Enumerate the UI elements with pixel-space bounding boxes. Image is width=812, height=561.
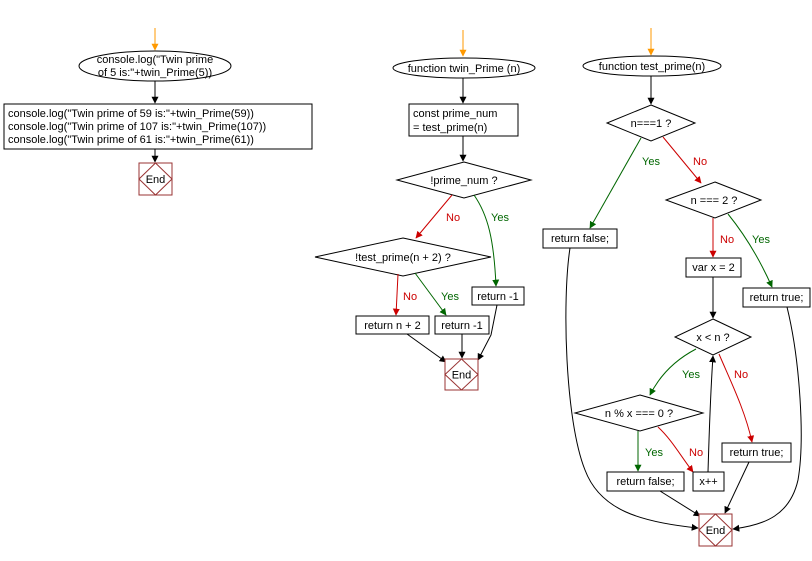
return-true-2-node[interactable]: return true;: [721, 442, 792, 463]
edge-yes-to-return-false: [589, 137, 642, 229]
main-start-node[interactable]: console.log("Twin prime of 5 is:"+twin_P…: [78, 50, 232, 82]
return-n-plus-2-node[interactable]: return n + 2: [355, 315, 430, 335]
return-neg1-a-node[interactable]: return -1: [471, 286, 525, 306]
main-calls-node[interactable]: console.log("Twin prime of 59 is:"+twin_…: [3, 103, 313, 150]
return-text: return n + 2: [364, 320, 421, 332]
assign-text: var x = 2: [692, 262, 735, 274]
main-start-text-2: of 5 is:"+twin_Prime(5)): [98, 67, 212, 79]
edge-no-to-return-n-plus-2: [392, 273, 400, 316]
decision-text: x < n ?: [696, 332, 729, 344]
decision-text: n===1 ?: [631, 118, 672, 130]
call-line-107: console.log("Twin prime of 107 is:"+twin…: [8, 121, 266, 133]
end-label: End: [146, 174, 166, 186]
yes-label: Yes: [682, 369, 700, 381]
var-x-node[interactable]: var x = 2: [685, 257, 742, 278]
end-label: End: [452, 370, 472, 382]
test-prime-end-node[interactable]: End: [698, 513, 733, 547]
edge-to-end: [406, 333, 447, 363]
decision-text: n === 2 ?: [691, 195, 738, 207]
call-line-59: console.log("Twin prime of 59 is:"+twin_…: [8, 108, 254, 120]
test-prime-flow: function test_prime(n) n===1 ? Yes No n …: [542, 28, 811, 547]
return-text: return false;: [616, 476, 674, 488]
assign-text-2: = test_prime(n): [413, 122, 487, 134]
edge-return-false-2-to-end: [659, 490, 701, 517]
no-label: No: [693, 156, 707, 168]
decision-n-eq-2[interactable]: n === 2 ?: [664, 181, 763, 219]
edge-yes-to-return-neg1: [473, 194, 500, 287]
yes-label: Yes: [441, 291, 459, 303]
yes-label: Yes: [642, 156, 660, 168]
decision-prime-num[interactable]: !prime_num ?: [395, 161, 533, 199]
increment-node[interactable]: x++: [692, 471, 725, 492]
decision-text: !test_prime(n + 2) ?: [355, 252, 451, 264]
decision-x-lt-n[interactable]: x < n ?: [673, 318, 753, 356]
return-false-2-node[interactable]: return false;: [606, 471, 685, 492]
twin-prime-start-node[interactable]: function twin_Prime (n): [392, 57, 536, 79]
decision-text: n % x === 0 ?: [605, 408, 673, 420]
edge-return-true-2-to-end: [724, 461, 750, 514]
return-text: return -1: [441, 320, 483, 332]
end-label: End: [706, 525, 726, 537]
return-neg1-b-node[interactable]: return -1: [434, 315, 490, 335]
no-label: No: [403, 291, 417, 303]
twin-prime-flow: function twin_Prime (n) const prime_num …: [314, 30, 536, 391]
twin-prime-start-text: function twin_Prime (n): [408, 63, 521, 75]
decision-n-mod-x[interactable]: n % x === 0 ?: [573, 394, 705, 432]
return-text: return true;: [730, 447, 784, 459]
twin-prime-end-node[interactable]: End: [444, 358, 479, 391]
decision-test-prime-n-plus-2[interactable]: !test_prime(n + 2) ?: [314, 237, 492, 277]
return-false-1-node[interactable]: return false;: [542, 228, 618, 249]
edge-no-to-return-true: [718, 353, 755, 443]
edge-loop-back: [707, 355, 717, 473]
return-text: return true;: [750, 292, 804, 304]
assign-text-1: const prime_num: [413, 108, 497, 120]
yes-label: Yes: [645, 447, 663, 459]
flowchart-canvas: console.log("Twin prime of 5 is:"+twin_P…: [3, 28, 811, 547]
yes-label: Yes: [491, 212, 509, 224]
return-text: return false;: [551, 233, 609, 245]
main-start-text-1: console.log("Twin prime: [97, 54, 213, 66]
return-true-1-node[interactable]: return true;: [742, 287, 811, 308]
decision-text: !prime_num ?: [430, 175, 497, 187]
main-end-node[interactable]: End: [138, 162, 173, 196]
no-label: No: [720, 234, 734, 246]
test-prime-start-node[interactable]: function test_prime(n): [582, 55, 722, 77]
edge-no-to-increment: [657, 426, 694, 473]
call-line-61: console.log("Twin prime of 61 is:"+twin_…: [8, 134, 254, 146]
no-label: No: [446, 212, 460, 224]
assign-prime-num-node[interactable]: const prime_num = test_prime(n): [408, 103, 519, 137]
no-label: No: [734, 369, 748, 381]
yes-label: Yes: [752, 234, 770, 246]
return-text: return -1: [477, 291, 519, 303]
test-prime-start-text: function test_prime(n): [599, 61, 705, 73]
increment-text: x++: [699, 476, 717, 488]
main-flow: console.log("Twin prime of 5 is:"+twin_P…: [3, 28, 313, 196]
no-label: No: [689, 447, 703, 459]
decision-n-eq-1[interactable]: n===1 ?: [605, 104, 697, 142]
